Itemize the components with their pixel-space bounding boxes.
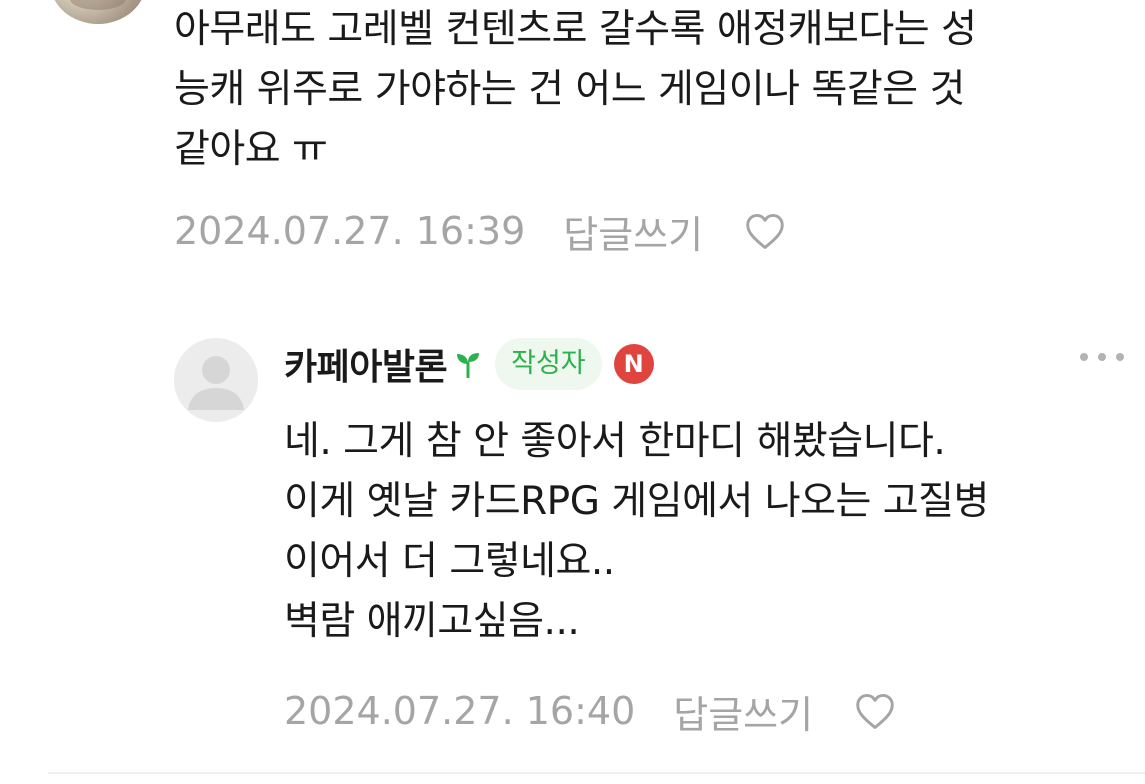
comment-line: 같아요 ㅠ: [174, 127, 328, 172]
new-badge: N: [613, 344, 654, 384]
top-comment-body: 아무래도 고레벨 컨텐츠로 갈수록 애정캐보다는 성 능캐 위주로 가야하는 건…: [174, 0, 977, 180]
default-profile-icon: [188, 356, 244, 410]
reply-button[interactable]: 답글쓰기: [563, 204, 703, 259]
comment-line: 네. 그게 참 안 좋아서 한마디 해봤습니다.: [284, 419, 946, 464]
heart-icon[interactable]: [743, 211, 787, 251]
divider: [48, 772, 1145, 774]
comment-line: 능캐 위주로 가야하는 건 어느 게임이나 똑같은 것: [174, 67, 965, 112]
author-badge: 작성자: [495, 338, 602, 390]
more-horizontal-icon: [1080, 353, 1088, 361]
more-options-button[interactable]: [1080, 342, 1124, 372]
avatar[interactable]: [174, 338, 258, 422]
commenter-avatar[interactable]: [50, 0, 146, 24]
reply-header: 카페아발론 작성자 N: [284, 336, 654, 392]
comment-thread: 아무래도 고레벨 컨텐츠로 갈수록 애정캐보다는 성 능캐 위주로 가야하는 건…: [0, 0, 1145, 784]
top-comment-meta: 2024.07.27. 16:39 답글쓰기: [174, 204, 787, 258]
heart-icon[interactable]: [853, 691, 897, 731]
nickname[interactable]: 카페아발론: [284, 338, 448, 390]
comment-line: 벽람 애끼고싶음...: [284, 599, 580, 644]
reply-comment-meta: 2024.07.27. 16:40 답글쓰기: [284, 684, 897, 738]
comment-line: 이어서 더 그렇네요..: [284, 539, 615, 584]
comment-timestamp: 2024.07.27. 16:39: [174, 209, 526, 253]
comment-line: 아무래도 고레벨 컨텐츠로 갈수록 애정캐보다는 성: [174, 7, 977, 52]
reply-button[interactable]: 답글쓰기: [673, 684, 813, 739]
sprout-icon: [455, 350, 481, 378]
comment-line: 이게 옛날 카드RPG 게임에서 나오는 고질병: [284, 479, 989, 524]
comment-timestamp: 2024.07.27. 16:40: [284, 689, 636, 733]
reply-comment-body: 네. 그게 참 안 좋아서 한마디 해봤습니다. 이게 옛날 카드RPG 게임에…: [284, 412, 989, 652]
